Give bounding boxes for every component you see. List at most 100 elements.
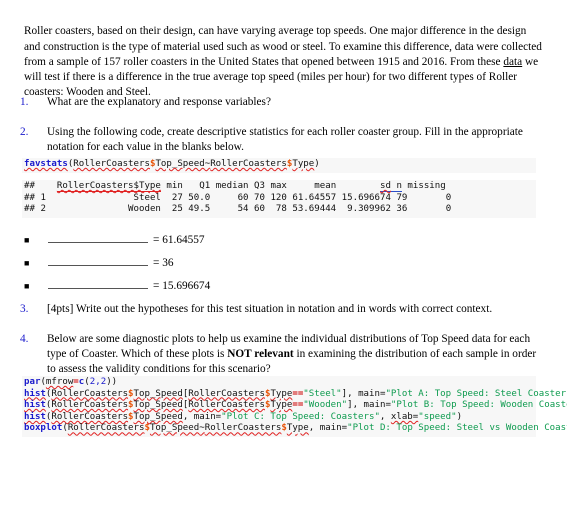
arg1-object: RollerCoasters xyxy=(73,159,150,169)
blank-field-2[interactable] xyxy=(48,256,148,266)
blank-item-2: ■ = 36 xyxy=(24,256,454,270)
hist-b-subset-object: RollerCoasters xyxy=(188,400,265,411)
hist-a-variable: Top_Speed xyxy=(133,388,183,399)
question-4: 4. Below are some diagnostic plots to he… xyxy=(20,332,542,378)
favstats-function-name: favstats xyxy=(24,159,68,169)
blank-equals-3: = xyxy=(153,280,160,292)
row-q3-2: 60 xyxy=(254,204,265,215)
row-q3-1: 70 xyxy=(254,192,265,203)
row-missing-2: 0 xyxy=(445,204,452,215)
console-row-2: ## 2 Wooden 25 49.5 54 60 78 53.69444 9.… xyxy=(24,204,534,216)
hist-b-subset-variable: Type xyxy=(270,400,293,411)
row-q1-1: 50.0 xyxy=(188,192,211,203)
hist-c-function-name: hist xyxy=(24,411,46,422)
blank-equals-2: = xyxy=(153,257,160,269)
row-mean-2: 53.69444 xyxy=(292,204,337,215)
boxplot-variable: Top_Speed xyxy=(149,423,200,434)
col-n: n xyxy=(396,181,402,192)
col-q3: Q3 xyxy=(254,181,265,191)
boxplot-object: RollerCoasters xyxy=(67,423,145,434)
question-1-number: 1. xyxy=(20,96,29,108)
row-index-1: 1 xyxy=(40,192,46,203)
hist-a-main-key: main= xyxy=(358,388,386,399)
hist-c-variable: Top_Speed xyxy=(133,411,183,422)
blank-item-3: ■ = 15.696674 xyxy=(24,279,454,293)
question-2: 2. Using the following code, create desc… xyxy=(20,125,542,155)
col-sd: sd xyxy=(380,181,391,192)
row-max-2: 78 xyxy=(275,204,287,215)
row-missing-1: 0 xyxy=(445,192,452,203)
boxplot-function-name: boxplot xyxy=(24,423,63,434)
data-link[interactable]: data xyxy=(503,56,522,68)
console-header-row: ## RollerCoasters$Type min Q1 median Q3 … xyxy=(24,181,534,193)
question-1-text: What are the explanatory and response va… xyxy=(47,96,271,108)
arg2-variable: Type xyxy=(292,159,315,169)
hist-a-level: "Steel" xyxy=(303,388,342,399)
favstats-code-block: favstats(RollerCoasters$Top_Speed~Roller… xyxy=(22,158,536,173)
hist-b-object: RollerCoasters xyxy=(51,400,129,411)
hist-b-comparison-operator: == xyxy=(292,400,304,411)
hist-c-main-value: "Plot C: Top Speed: Coasters" xyxy=(221,411,380,422)
hist-b-main-value: "Plot B: Top Speed: Wooden Coasters" xyxy=(390,400,567,411)
row-n-2: 36 xyxy=(396,204,408,215)
row-sd-1: 15.696674 xyxy=(341,192,391,203)
col-median: median xyxy=(215,181,249,191)
boxplot-variable-2: Type xyxy=(286,423,309,434)
intro-paragraph: Roller coasters, based on their design, … xyxy=(24,24,542,100)
arg2-object: RollerCoasters xyxy=(210,159,287,169)
hist-c-xlab-value: "speed" xyxy=(418,411,457,422)
col-missing: missing xyxy=(407,181,446,191)
hist-b-variable: Top_Speed xyxy=(133,400,183,411)
col-mean: mean xyxy=(314,181,337,191)
question-2-text: Using the following code, create descrip… xyxy=(47,126,523,154)
hist-a-main-value: "Plot A: Top Speed: Steel Coasters" xyxy=(385,388,567,399)
row-min-2: 25 xyxy=(171,204,183,215)
par-function-name: par xyxy=(24,377,41,387)
console-prefix-header: ## xyxy=(24,181,35,191)
row-q1-2: 49.5 xyxy=(188,204,211,215)
blank-value-1: 61.64557 xyxy=(162,234,205,246)
blank-field-3[interactable] xyxy=(48,279,148,289)
row-sd-2: 9.309962 xyxy=(347,204,391,215)
hist-a-comparison-operator: == xyxy=(292,388,304,399)
row-median-2: 54 xyxy=(237,204,249,215)
row-mean-1: 61.64557 xyxy=(292,192,337,203)
col-q1: Q1 xyxy=(199,181,211,191)
question-4-emphasis: NOT relevant xyxy=(227,348,294,361)
hist-a-subset-object: RollerCoasters xyxy=(188,388,265,399)
bullet-dot-icon: ■ xyxy=(24,281,30,291)
boxplot-main-value: "Plot D: Top Speed: Steel vs Wooden Coas… xyxy=(347,423,567,434)
hist-a-function-name: hist xyxy=(24,388,46,399)
bullet-dot-icon: ■ xyxy=(24,258,30,268)
row-group-1: Steel xyxy=(133,192,161,203)
blank-value-3: 15.696674 xyxy=(162,280,211,292)
row-min-1: 27 xyxy=(171,192,183,203)
question-3: 3. [4pts] Write out the hypotheses for t… xyxy=(20,302,542,317)
mfrow-arg: mfrow xyxy=(45,377,74,387)
blank-item-1: ■ = 61.64557 xyxy=(24,233,454,247)
intro-text-before-link: Roller coasters, based on their design, … xyxy=(24,25,542,68)
hist-c-object: RollerCoasters xyxy=(51,411,129,422)
hist-c-main-key: main= xyxy=(193,411,222,422)
document-page: Roller coasters, based on their design, … xyxy=(0,0,567,519)
row-group-2: Wooden xyxy=(128,204,161,215)
col-max: max xyxy=(270,181,287,191)
question-4-number: 4. xyxy=(20,333,29,345)
console-output-block: ## RollerCoasters$Type min Q1 median Q3 … xyxy=(22,180,536,218)
question-3-number: 3. xyxy=(20,303,29,315)
row-median-1: 60 xyxy=(237,192,249,203)
row-max-1: 120 xyxy=(270,192,287,203)
question-4-text: Below are some diagnostic plots to help … xyxy=(47,332,542,378)
hist-b-function-name: hist xyxy=(24,400,46,411)
blank-equals-1: = xyxy=(153,234,160,246)
row-n-1: 79 xyxy=(396,192,408,203)
bullet-dot-icon: ■ xyxy=(24,235,30,245)
hist-a-object: RollerCoasters xyxy=(51,388,129,399)
group-column-header: RollerCoasters$Type xyxy=(56,181,161,192)
mfrow-values: 2,2 xyxy=(89,377,107,387)
hist-a-subset-variable: Type xyxy=(270,388,293,399)
question-2-number: 2. xyxy=(20,126,29,138)
blank-field-1[interactable] xyxy=(48,233,148,243)
question-1: 1. What are the explanatory and response… xyxy=(20,95,542,110)
hist-b-main-key: main= xyxy=(363,400,391,411)
